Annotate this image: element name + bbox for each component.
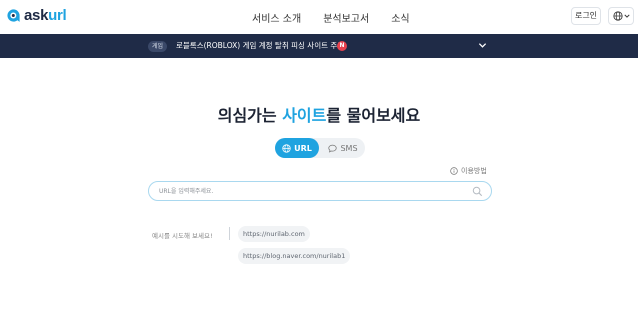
tab-sms-label: SMS bbox=[340, 143, 358, 153]
example-chip[interactable]: https://nurilab.com bbox=[238, 226, 310, 242]
tab-url-label: URL bbox=[294, 143, 312, 153]
tab-url[interactable]: URL bbox=[275, 138, 319, 158]
globe-icon bbox=[282, 143, 291, 153]
info-icon bbox=[450, 167, 458, 175]
notice-bar[interactable]: 게임 로블록스(ROBLOX) 게임 계정 탈취 피싱 사이트 주의 N bbox=[0, 34, 638, 58]
chat-bubble-icon bbox=[328, 144, 338, 153]
tab-sms[interactable]: SMS bbox=[323, 138, 363, 158]
language-button[interactable] bbox=[608, 7, 634, 25]
chevron-down-icon bbox=[623, 14, 630, 18]
askurl-logo-icon bbox=[7, 9, 20, 22]
nav-item-news[interactable]: 소식 bbox=[391, 10, 409, 25]
chevron-down-icon[interactable] bbox=[478, 41, 487, 50]
nav-item-reports[interactable]: 분석보고서 bbox=[323, 10, 369, 25]
new-badge: N bbox=[337, 41, 347, 51]
how-to-use-label: 이용방법 bbox=[461, 167, 487, 175]
notice-text[interactable]: 로블록스(ROBLOX) 게임 계정 탈취 피싱 사이트 주의 bbox=[176, 40, 344, 52]
example-chip[interactable]: https://blog.naver.com/nurilab1 bbox=[238, 248, 351, 264]
input-type-toggle: URL SMS bbox=[275, 138, 365, 158]
nav-item-service-intro[interactable]: 서비스 소개 bbox=[252, 10, 301, 25]
main-nav: 서비스 소개 분석보고서 소식 bbox=[252, 10, 410, 25]
how-to-use-link[interactable]: 이용방법 bbox=[450, 166, 487, 176]
logo-text: askurl bbox=[24, 7, 67, 24]
top-header: askurl 서비스 소개 분석보고서 소식 로그인 bbox=[0, 0, 638, 34]
page-title: 의심가는 사이트를 물어보세요 bbox=[217, 106, 421, 125]
askurl-logo[interactable]: askurl bbox=[6, 7, 67, 24]
url-input[interactable] bbox=[159, 185, 469, 198]
login-button[interactable]: 로그인 bbox=[571, 7, 601, 25]
notice-category-badge: 게임 bbox=[148, 41, 168, 52]
search-icon[interactable] bbox=[472, 186, 483, 197]
examples-divider bbox=[229, 227, 230, 240]
url-search-box bbox=[148, 181, 492, 201]
globe-icon bbox=[612, 11, 623, 21]
examples-label: 예시를 시도해 보세요! bbox=[152, 232, 213, 240]
